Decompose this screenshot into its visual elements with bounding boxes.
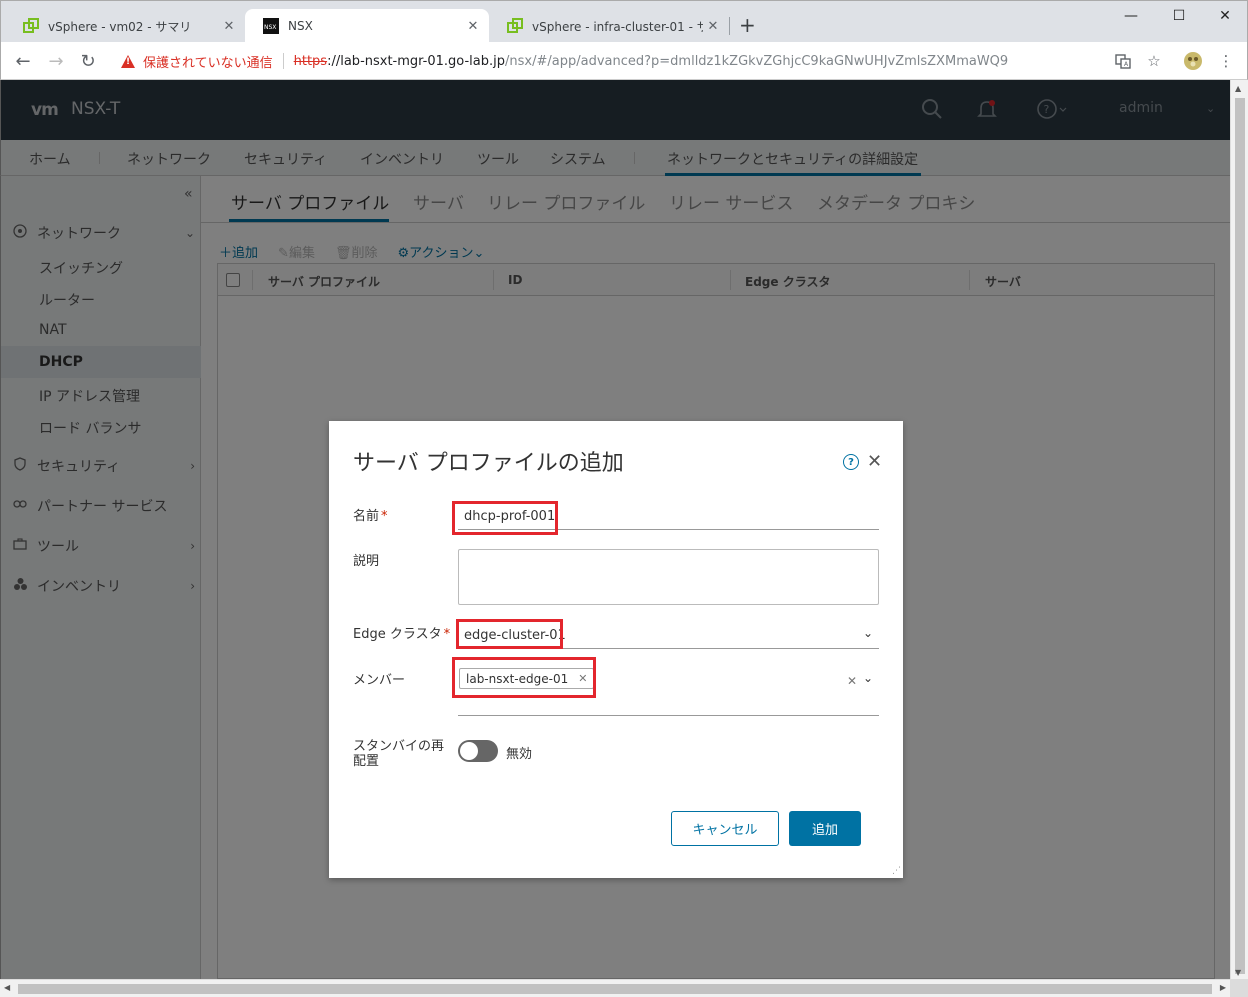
scrollbar-corner xyxy=(1230,979,1248,997)
translate-icon[interactable]: A xyxy=(1113,51,1133,71)
browser-tab-vsphere-vm02[interactable]: vSphere - vm02 - サマリ ✕ xyxy=(5,9,245,43)
horizontal-scrollbar[interactable]: ◀ ▶ xyxy=(0,979,1230,997)
browser-menu-icon[interactable]: ⋮ xyxy=(1216,51,1236,71)
highlight-box xyxy=(456,619,563,649)
new-tab-icon[interactable]: + xyxy=(739,15,756,35)
svg-text:NSX: NSX xyxy=(264,24,276,31)
tab-separator xyxy=(729,17,730,35)
description-textarea[interactable] xyxy=(458,549,879,605)
standby-relocation-toggle[interactable] xyxy=(458,740,498,762)
reload-icon[interactable]: ↻ xyxy=(77,50,99,72)
profile-avatar-icon[interactable] xyxy=(1183,51,1203,71)
nsx-icon: NSX xyxy=(263,18,279,34)
browser-tab-strip: vSphere - vm02 - サマリ ✕ NSX NSX ✕ vSphere… xyxy=(0,0,1248,43)
maximize-icon[interactable]: ☐ xyxy=(1155,1,1203,31)
close-icon[interactable]: ✕ xyxy=(463,19,483,34)
back-arrow-icon[interactable]: ← xyxy=(12,50,34,72)
scroll-right-icon[interactable]: ▶ xyxy=(1220,983,1226,992)
description-label: 説明 xyxy=(353,554,380,569)
highlight-box xyxy=(452,657,596,698)
browser-tab-vsphere-infra[interactable]: vSphere - infra-cluster-01 - サマリ ✕ xyxy=(489,9,729,43)
close-icon[interactable]: ✕ xyxy=(703,19,723,34)
scroll-up-icon[interactable]: ▲ xyxy=(1235,84,1241,93)
edge-cluster-label: Edge クラスタ * xyxy=(353,627,450,642)
name-label-text: 名前 xyxy=(353,509,380,524)
security-status: 保護されていない通信 xyxy=(143,55,273,71)
url-path: /nsx/#/app/advanced?p=dmlldz1kZGkvZGhjcC… xyxy=(505,53,1009,69)
scroll-left-icon[interactable]: ◀ xyxy=(4,983,10,992)
browser-tab-nsx[interactable]: NSX NSX ✕ xyxy=(245,9,489,43)
name-label: 名前 * xyxy=(353,509,388,524)
chevron-down-icon[interactable]: ⌄ xyxy=(863,626,873,640)
browser-tab-label: NSX xyxy=(288,19,313,33)
vsphere-icon xyxy=(23,18,39,34)
highlight-box xyxy=(452,501,558,535)
minimize-icon[interactable]: — xyxy=(1107,1,1155,31)
dialog-title: サーバ プロファイルの追加 xyxy=(353,451,624,476)
scrollbar-thumb[interactable] xyxy=(1235,98,1245,974)
members-underline xyxy=(458,715,879,716)
browser-tab-label: vSphere - infra-cluster-01 - サマリ xyxy=(532,19,703,34)
add-button[interactable]: 追加 xyxy=(789,811,861,846)
members-label: メンバー xyxy=(353,673,406,688)
scroll-down-icon[interactable]: ▼ xyxy=(1235,968,1241,977)
browser-toolbar: ← → ↻ ! 保護されていない通信 https ://lab-nsxt-mgr… xyxy=(0,42,1248,80)
standby-label-line1: スタンバイの再 xyxy=(353,739,445,754)
standby-label-line2: 配置 xyxy=(353,754,380,769)
standby-relocation-label: スタンバイの再 配置 xyxy=(353,739,444,769)
url-scheme: https xyxy=(293,53,328,69)
window-close-icon[interactable]: ✕ xyxy=(1201,1,1248,31)
close-icon[interactable]: ✕ xyxy=(867,451,882,472)
browser-tab-label: vSphere - vm02 - サマリ xyxy=(48,19,192,34)
resize-handle-icon[interactable]: ⋰ xyxy=(892,866,901,876)
bookmark-star-icon[interactable]: ☆ xyxy=(1144,51,1164,71)
forward-arrow-icon[interactable]: → xyxy=(45,50,67,72)
url-host: ://lab-nsxt-mgr-01.go-lab.jp xyxy=(327,53,506,69)
vertical-scrollbar[interactable]: ▲ ▼ xyxy=(1230,80,1248,979)
close-icon[interactable]: ✕ xyxy=(219,19,239,34)
chevron-down-icon[interactable]: ⌄ xyxy=(863,671,873,685)
clear-selection-icon[interactable]: ✕ xyxy=(847,674,857,688)
help-icon[interactable]: ? xyxy=(843,454,859,470)
omnibox-separator xyxy=(282,53,284,69)
warning-icon: ! xyxy=(121,54,135,68)
toggle-state-label: 無効 xyxy=(506,747,533,762)
required-marker: * xyxy=(443,627,451,642)
edge-cluster-label-text: Edge クラスタ xyxy=(353,627,442,642)
add-server-profile-dialog: サーバ プロファイルの追加 ? ✕ 名前 * dhcp-prof-001 説明 E… xyxy=(329,421,903,878)
address-bar[interactable]: ! 保護されていない通信 https ://lab-nsxt-mgr-01.go… xyxy=(111,46,1171,76)
cancel-button[interactable]: キャンセル xyxy=(671,811,779,846)
scrollbar-thumb[interactable] xyxy=(18,984,1212,994)
toggle-knob xyxy=(460,742,478,760)
vsphere-icon xyxy=(507,18,523,34)
required-marker: * xyxy=(381,509,388,524)
